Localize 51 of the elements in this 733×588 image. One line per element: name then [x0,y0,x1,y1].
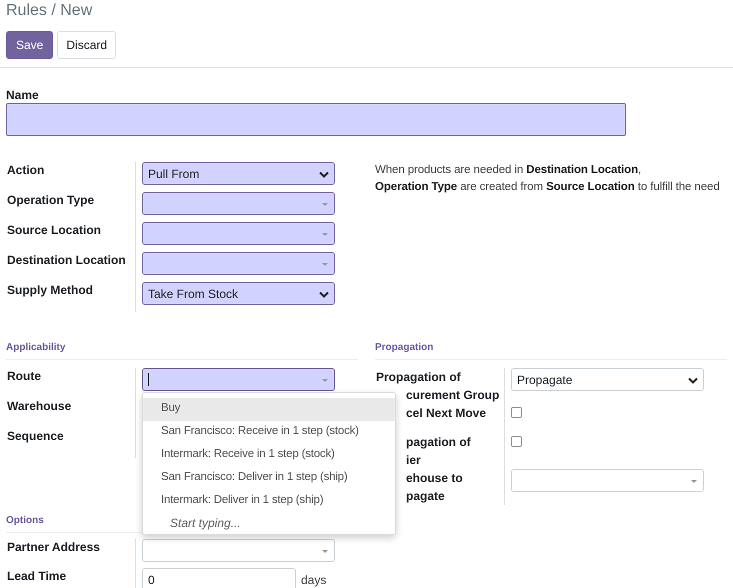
dropdown-option[interactable]: Intermark: Deliver in 1 step (ship) [143,490,395,513]
select-field[interactable]: Take From Stock [142,282,335,305]
section-heading: Propagation [375,342,727,360]
dropdown-option[interactable]: Intermark: Receive in 1 step (stock) [143,444,395,467]
chevron-down-icon [688,377,698,384]
field-label: ier [406,452,421,468]
field-label: Destination Location [7,253,126,267]
field-label: Warehouse [7,399,72,413]
field-label: Partner Address [7,540,100,554]
hint-text: Start typing... [169,515,242,532]
field-label: Lead Time [7,569,66,583]
field-label: cel Next Move [406,405,486,422]
help-text: When products are needed in Destination Location, Operation Type are created from Source Location to fulfill the need [375,163,720,195]
field-label: curement Group [406,386,500,404]
dropdown-field[interactable] [142,368,335,391]
select-field[interactable]: Pull From [142,162,335,185]
field-label: Operation Type [7,193,94,207]
dropdown-field[interactable] [142,222,335,245]
field-label: pagate [406,488,445,504]
dropdown-option[interactable]: San Francisco: Deliver in 1 step (ship) [143,467,395,490]
name-field[interactable] [6,103,626,136]
caret-icon [322,203,328,206]
caret-icon [322,263,328,266]
caret-icon [322,233,328,236]
field-label: Sequence [7,429,64,443]
select-field[interactable]: Propagate [511,368,704,391]
chevron-down-icon [319,291,329,298]
checkbox[interactable] [511,407,522,418]
dropdown-option[interactable]: Buy [143,398,395,421]
field-label: Propagation of [376,369,461,386]
field-label: Source Location [7,223,102,237]
field-label: Name [6,88,39,102]
checkbox[interactable] [511,436,522,447]
caret-icon [691,480,697,483]
unit-label: days [301,572,326,586]
dropdown-option[interactable]: San Francisco: Receive in 1 step (stock) [143,421,395,444]
discard-button[interactable]: Discard [57,31,116,59]
save-button[interactable]: Save [6,31,54,59]
chevron-down-icon [319,171,329,178]
field-label: ehouse to [406,470,463,487]
input-field[interactable]: 0 [142,568,296,588]
field-label: Supply Method [7,283,93,297]
dropdown-field[interactable] [142,252,335,275]
breadcrumb: Rules / New [6,2,94,21]
field-label: Route [7,369,41,383]
field-label: Action [7,163,44,177]
field-label: pagation of [406,434,471,451]
dropdown-field[interactable] [142,192,335,215]
caret-icon [322,550,328,553]
section-heading: Applicability [6,342,358,360]
caret-icon [322,379,328,382]
